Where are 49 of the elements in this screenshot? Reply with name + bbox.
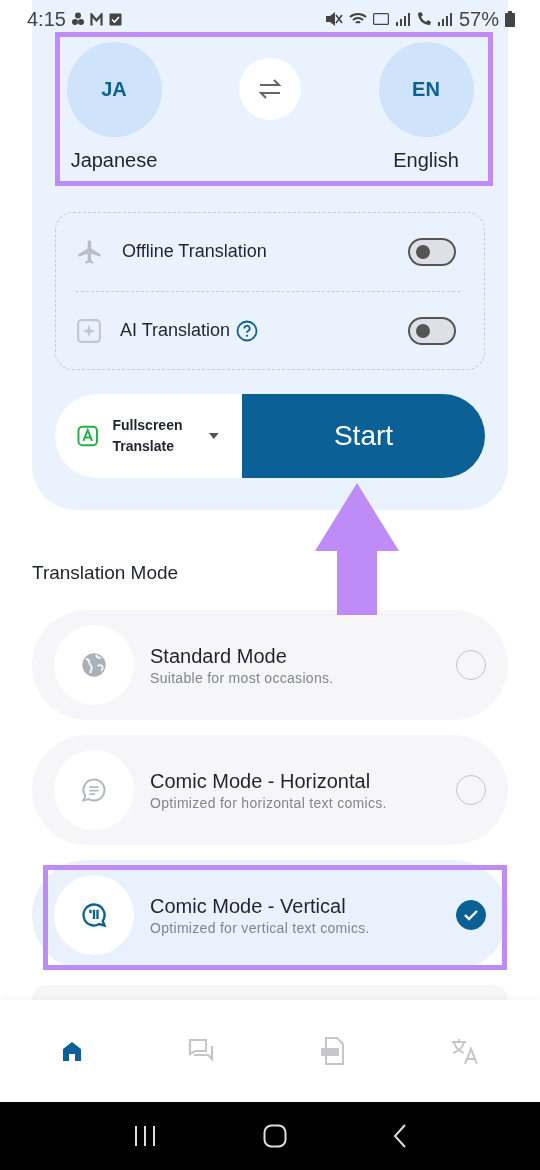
mail-icon xyxy=(89,12,103,26)
signal-icon xyxy=(394,12,411,26)
language-name: Japanese xyxy=(70,149,158,172)
battery-level: 57% xyxy=(458,7,499,31)
wifi-icon xyxy=(348,12,367,26)
caret-icon xyxy=(208,432,220,440)
swap-icon xyxy=(258,78,282,100)
option-label: Offline Translation xyxy=(122,241,267,262)
mode-title: Comic Mode - Vertical xyxy=(150,894,347,918)
radio-button[interactable] xyxy=(456,900,486,930)
signal-icon xyxy=(436,12,453,26)
mode-title: Standard Mode xyxy=(150,644,288,668)
home-icon[interactable] xyxy=(263,1124,287,1148)
toggle-switch[interactable] xyxy=(408,316,456,345)
help-icon[interactable] xyxy=(236,319,259,342)
section-title: Translation Mode xyxy=(32,562,180,584)
house-icon xyxy=(60,1039,84,1063)
mode-option[interactable]: Standard Mode Suitable for most occasions. xyxy=(32,610,508,720)
back-icon[interactable] xyxy=(393,1124,407,1148)
dots-icon xyxy=(71,12,84,26)
airplane-icon xyxy=(76,237,104,266)
chat-icon xyxy=(188,1038,216,1064)
document-icon xyxy=(320,1037,346,1065)
speech-bubble-icon xyxy=(80,776,108,804)
mute-icon xyxy=(324,11,343,27)
recent-apps-icon[interactable] xyxy=(133,1125,157,1147)
battery-icon xyxy=(505,11,515,27)
language-button[interactable]: JA xyxy=(66,42,162,137)
mode-title: Comic Mode - Horizontal xyxy=(150,769,372,793)
status-time: 4:15 xyxy=(27,7,66,31)
sparkle-icon xyxy=(76,317,102,344)
language-button[interactable]: EN xyxy=(378,42,474,137)
language-name: English xyxy=(393,149,459,172)
letter-a-icon xyxy=(77,425,99,447)
mode-description: Suitable for most occasions. xyxy=(150,669,335,686)
phone-icon xyxy=(416,12,431,26)
start-button[interactable]: Start xyxy=(242,394,485,478)
mode-description: Optimized for horizontal text comics. xyxy=(150,794,388,811)
mode-description: Optimized for vertical text comics. xyxy=(150,919,371,936)
mode-option[interactable]: Comic Mode - Horizontal Optimized for horizontal text comics. xyxy=(32,735,508,845)
option-label: AI Translation xyxy=(120,320,231,341)
speech-bubble-icon xyxy=(80,901,108,929)
network-icon xyxy=(372,13,389,25)
mode-dropdown[interactable]: Fullscreen Translate xyxy=(55,394,242,478)
checkbox-icon xyxy=(108,12,122,26)
translate-icon xyxy=(450,1037,480,1065)
toggle-switch[interactable] xyxy=(408,237,456,266)
check-icon xyxy=(463,908,479,922)
globe-icon xyxy=(80,651,108,679)
